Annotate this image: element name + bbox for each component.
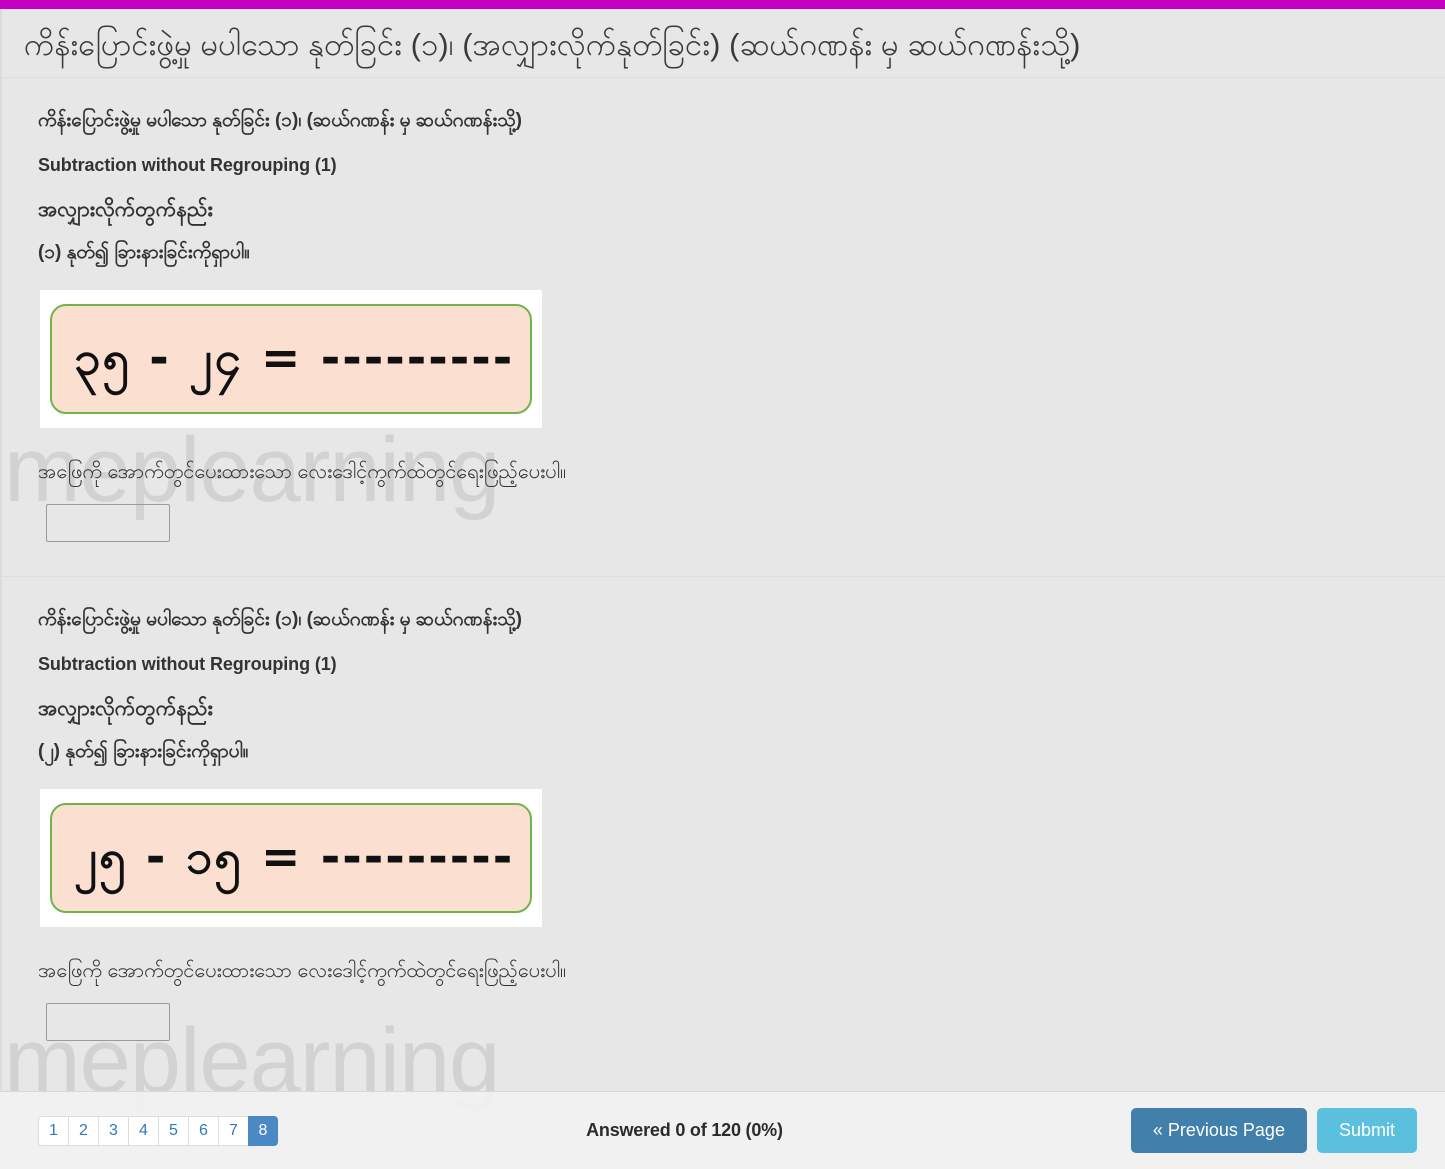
page-button-2[interactable]: 2 [68,1115,98,1146]
question-method-label: အလျှားလိုက်တွက်နည်း [38,197,213,221]
question-block: ကိန်းပြောင်းဖွဲ့မှု မပါသော နုတ်ခြင်း (၁)… [2,575,1445,1075]
question-instruction: (၁) နုတ်၍ ခြားနားခြင်းကိုရှာပါ။ [38,241,250,263]
previous-page-button[interactable]: « Previous Page [1130,1108,1307,1153]
bottom-bar: 12345678 Answered 0 of 120 (0%) « Previo… [0,1091,1445,1169]
problem-expression: ၂၅ - ၁၅ = --------- [74,830,515,886]
quiz-page: ကိန်းပြောင်းဖွဲ့မှု မပါသော နုတ်ခြင်း (၁)… [0,0,1445,1169]
answer-prompt: အဖြေကို အောက်တွင်ပေးထားသော လေးဒေါင့်ကွက်… [38,959,567,982]
quiz-header: ကိန်းပြောင်းဖွဲ့မှု မပါသော နုတ်ခြင်း (၁)… [2,9,1445,78]
problem-image: ၂၅ - ၁၅ = --------- [40,788,542,927]
progress-status: Answered 0 of 120 (0%) [586,1120,783,1140]
page-title: ကိန်းပြောင်းဖွဲ့မှု မပါသော နုတ်ခြင်း (၁)… [24,27,1081,62]
page-button-3[interactable]: 3 [98,1115,128,1146]
page-button-4[interactable]: 4 [128,1115,158,1146]
question-block: ကိန်းပြောင်းဖွဲ့မှု မပါသော နုတ်ခြင်း (၁)… [2,78,1445,576]
question-title-my: ကိန်းပြောင်းဖွဲ့မှု မပါသော နုတ်ခြင်း (၁)… [38,608,522,630]
answer-input[interactable] [46,503,170,542]
question-title-en: Subtraction without Regrouping (1) [38,654,337,675]
bottom-actions: « Previous Page Submit [1130,1108,1417,1153]
question-title-my: ကိန်းပြောင်းဖွဲ့မှု မပါသော နုတ်ခြင်း (၁)… [38,109,522,131]
answer-input[interactable] [46,1002,170,1041]
question-method-label: အလျှားလိုက်တွက်နည်း [38,696,213,720]
page-button-6[interactable]: 6 [188,1115,218,1146]
answer-prompt: အဖြေကို အောက်တွင်ပေးထားသော လေးဒေါင့်ကွက်… [38,460,567,483]
page-button-1[interactable]: 1 [38,1115,68,1146]
quiz-body: meplearning meplearning ကိန်းပြောင်းဖွဲ့… [2,78,1445,1112]
submit-button[interactable]: Submit [1316,1108,1417,1153]
page-button-5[interactable]: 5 [158,1115,188,1146]
top-accent-bar [0,0,1445,9]
question-instruction: (၂) နုတ်၍ ခြားနားခြင်းကိုရှာပါ။ [38,740,249,762]
page-frame: ကိန်းပြောင်းဖွဲ့မှု မပါသော နုတ်ခြင်း (၁)… [0,9,1445,1169]
problem-box: ၃၅ - ၂၄ = --------- [50,303,532,414]
problem-box: ၂၅ - ၁၅ = --------- [50,802,532,913]
question-title-en: Subtraction without Regrouping (1) [38,155,337,176]
problem-image: ၃၅ - ၂၄ = --------- [40,289,542,428]
problem-expression: ၃၅ - ၂၄ = --------- [74,331,515,387]
